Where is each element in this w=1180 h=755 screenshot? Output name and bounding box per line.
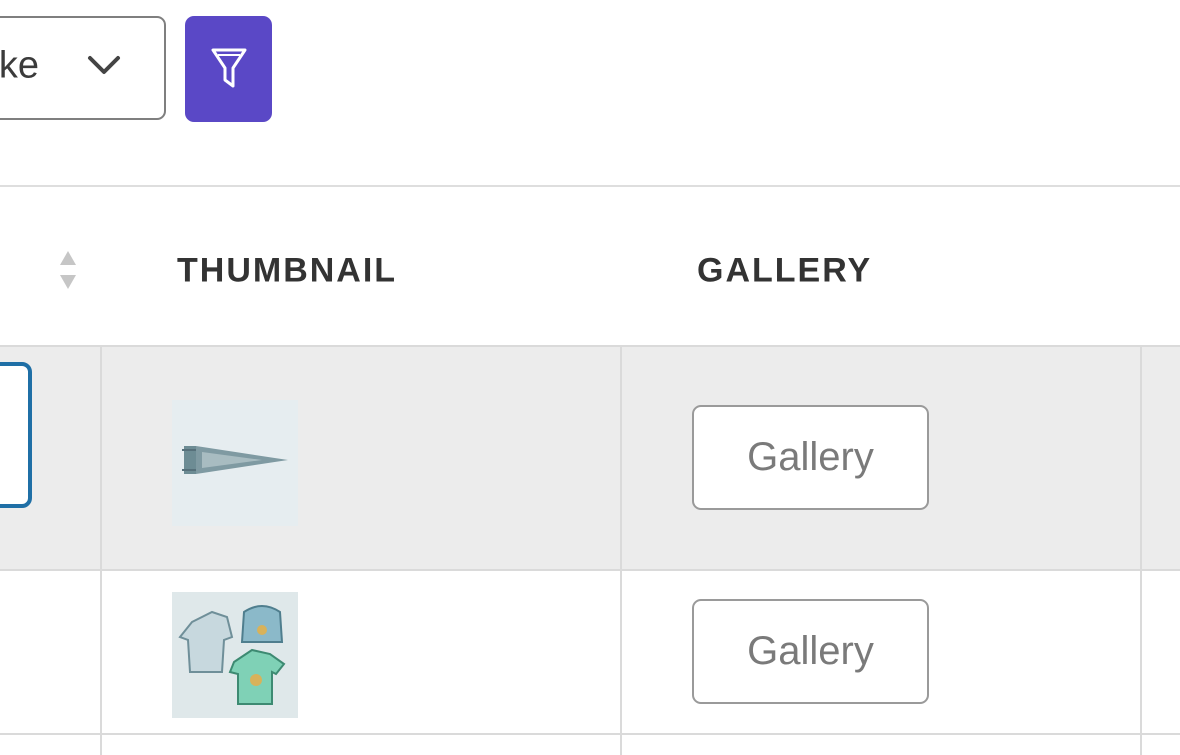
column-divider (100, 345, 102, 755)
sort-arrows-icon[interactable] (56, 247, 80, 293)
filter-condition-select[interactable]: like (0, 16, 166, 120)
gallery-button[interactable]: Gallery (692, 405, 929, 510)
column-divider (1140, 345, 1142, 755)
column-header-thumbnail[interactable]: THUMBNAIL (177, 252, 397, 291)
clothing-set-image[interactable] (172, 592, 298, 718)
select-value: like (0, 44, 40, 87)
pennant-flag-image[interactable] (172, 400, 298, 526)
page: like THUMBNAIL GALLERY (0, 0, 1180, 755)
chevron-down-icon (88, 56, 120, 74)
filter-button[interactable] (185, 16, 272, 122)
filter-funnel-icon (211, 48, 246, 88)
table-row[interactable] (0, 735, 1180, 755)
column-header-gallery[interactable]: GALLERY (697, 252, 872, 291)
gallery-button[interactable]: Gallery (692, 599, 929, 704)
toolbar-divider (0, 185, 1180, 187)
row-select-checkbox[interactable] (0, 362, 32, 508)
column-divider (620, 345, 622, 755)
